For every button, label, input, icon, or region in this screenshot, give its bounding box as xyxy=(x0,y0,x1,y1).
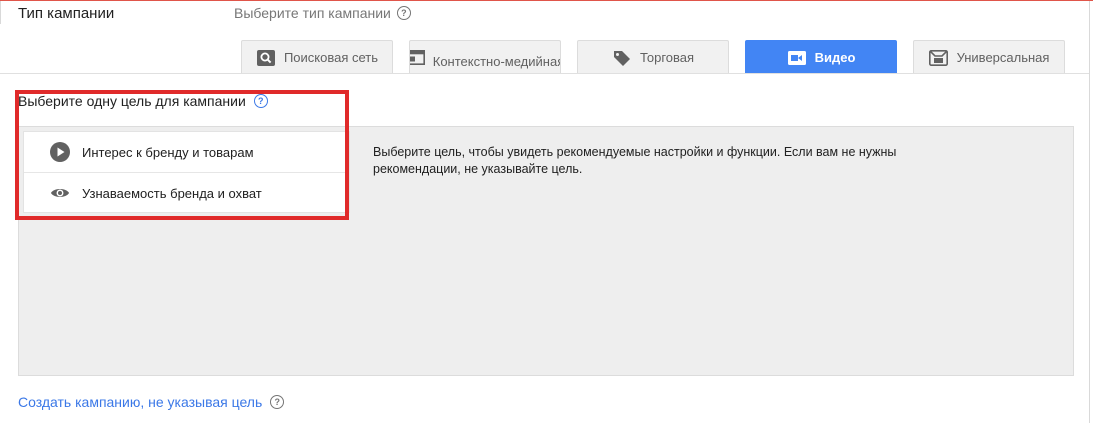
goal-description: Выберите цель, чтобы увидеть рекомендуем… xyxy=(373,145,897,176)
play-icon xyxy=(50,142,70,162)
frame-right-border xyxy=(1089,1,1090,423)
tab-display[interactable]: Контекстно-медийная xyxy=(409,40,561,74)
tab-universal-label: Универсальная xyxy=(956,50,1050,65)
goal-help-icon[interactable]: ? xyxy=(253,94,268,108)
help-icon[interactable]: ? xyxy=(396,6,411,20)
tab-video-label: Видео xyxy=(814,50,856,65)
tab-video[interactable]: Видео xyxy=(745,40,897,74)
search-icon xyxy=(256,49,276,66)
goal-options-list: Интерес к бренду и товарам Узнаваемость … xyxy=(23,131,350,213)
tab-display-label: Контекстно-медийная xyxy=(432,53,561,69)
campaign-type-label: Тип кампании xyxy=(18,5,115,22)
tab-universal[interactable]: Универсальная xyxy=(913,40,1065,74)
tag-icon xyxy=(612,49,632,66)
goal-option-label: Узнаваемость бренда и охват xyxy=(82,185,262,201)
goal-option-label: Интерес к бренду и товарам xyxy=(82,144,254,160)
tab-shopping[interactable]: Торговая xyxy=(577,40,729,74)
goal-option-brand-awareness[interactable]: Узнаваемость бренда и охват xyxy=(24,172,349,213)
campaign-type-hint-text: Выберите тип кампании xyxy=(234,5,391,21)
goal-option-brand-interest[interactable]: Интерес к бренду и товарам xyxy=(24,132,349,172)
tab-search-label: Поисковая сеть xyxy=(283,50,379,65)
display-icon xyxy=(410,49,425,66)
app-icon xyxy=(929,49,949,66)
top-border xyxy=(0,0,1093,1)
video-camera-icon xyxy=(787,49,807,66)
create-without-goal-text: Создать кампанию, не указывая цель xyxy=(18,394,263,410)
campaign-type-hint: Выберите тип кампании ? xyxy=(234,5,411,21)
tab-shopping-label: Торговая xyxy=(639,50,695,65)
tab-search[interactable]: Поисковая сеть xyxy=(241,40,393,74)
no-goal-help-icon[interactable]: ? xyxy=(270,395,285,409)
goal-heading: Выберите одну цель для кампании ? xyxy=(18,93,268,109)
create-without-goal-link[interactable]: Создать кампанию, не указывая цель ? xyxy=(18,394,285,410)
eye-icon xyxy=(50,183,70,203)
goal-heading-text: Выберите одну цель для кампании xyxy=(18,93,246,109)
panel-divider xyxy=(0,73,1089,74)
